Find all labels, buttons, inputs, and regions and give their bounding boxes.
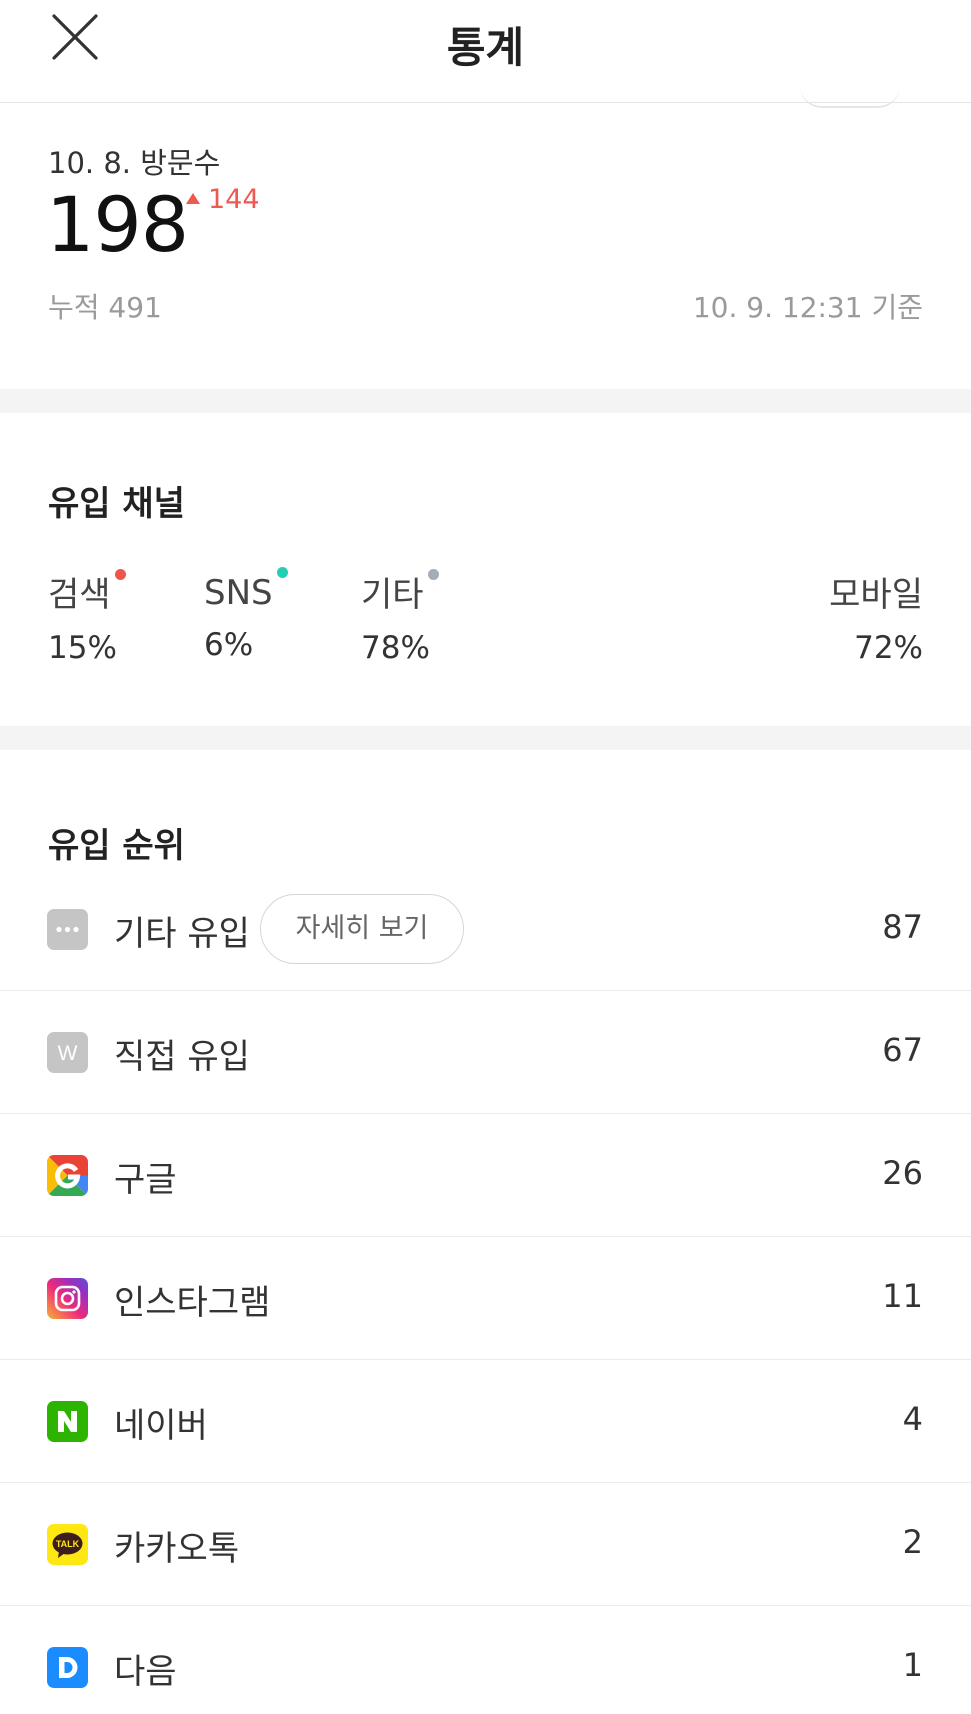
channel-title: 유입 채널 [48, 484, 185, 524]
channel-section: 유입 채널 검색 15% SNS 6% 기타 78% 모바일 72% [0, 413, 971, 726]
ranking-label: 기타 유입 [114, 914, 250, 954]
ranking-section: 유입 순위 기타 유입 자세히 보기 87 W 직접 유입 67 구글 26 인… [0, 750, 971, 1714]
daum-icon [47, 1647, 88, 1688]
ranking-count: 4 [902, 1400, 923, 1438]
channel-value: 6% [204, 627, 254, 663]
ranking-label: 인스타그램 [114, 1283, 271, 1323]
visit-updated-time: 10. 9. 12:31 기준 [692, 291, 923, 324]
channel-value: 15% [48, 630, 117, 666]
ranking-count: 67 [882, 1031, 923, 1069]
naver-icon [47, 1401, 88, 1442]
ranking-label: 구글 [114, 1160, 177, 1200]
google-icon [47, 1155, 88, 1196]
direct-w-icon: W [47, 1032, 88, 1073]
channel-name: SNS [204, 573, 273, 613]
kakaotalk-icon: TALK [47, 1524, 88, 1565]
channel-name: 모바일 [829, 575, 923, 615]
ranking-count: 2 [902, 1523, 923, 1561]
more-icon [47, 909, 88, 950]
channel-value: 72% [854, 630, 923, 666]
ranking-row[interactable]: W 직접 유입 67 [0, 991, 971, 1114]
ranking-count: 87 [882, 908, 923, 946]
ranking-label: 다음 [114, 1652, 177, 1692]
ranking-row[interactable]: 네이버 4 [0, 1360, 971, 1483]
search-dot-icon [114, 569, 126, 580]
channel-mobile: 모바일 72% [829, 567, 923, 666]
ranking-label: 네이버 [114, 1406, 208, 1446]
detail-button[interactable]: 자세히 보기 [260, 894, 464, 964]
etc-dot-icon [427, 569, 439, 580]
ranking-row[interactable]: 구글 26 [0, 1114, 971, 1237]
svg-text:W: W [58, 1042, 78, 1065]
ranking-title: 유입 순위 [48, 826, 185, 866]
ranking-row[interactable]: 다음 1 [0, 1606, 971, 1714]
ranking-row[interactable]: 인스타그램 11 [0, 1237, 971, 1360]
visit-count: 198 [46, 180, 189, 269]
channel-etc: 기타 78% [361, 567, 439, 666]
page-title: 통계 [446, 23, 525, 72]
ranking-row[interactable]: 기타 유입 자세히 보기 87 [0, 868, 971, 991]
ranking-count: 11 [882, 1277, 923, 1315]
ranking-label: 카카오톡 [114, 1529, 240, 1569]
ranking-count: 26 [882, 1154, 923, 1192]
ranking-row[interactable]: TALK 카카오톡 2 [0, 1483, 971, 1606]
visit-date-label: 10. 8. 방문수 [48, 146, 221, 180]
ranking-label: 직접 유입 [114, 1037, 250, 1077]
sns-dot-icon [276, 567, 288, 578]
section-divider [0, 389, 971, 413]
up-arrow-icon [186, 193, 200, 204]
visit-change: 144 [186, 184, 260, 215]
visit-change-value: 144 [208, 184, 260, 215]
instagram-icon [47, 1278, 88, 1319]
channel-name: 검색 [48, 575, 111, 615]
channel-value: 78% [361, 630, 430, 666]
channel-search: 검색 15% [48, 567, 126, 666]
channel-sns: SNS 6% [204, 567, 288, 663]
ranking-count: 1 [902, 1646, 923, 1684]
visit-total: 누적 491 [48, 291, 162, 324]
channel-name: 기타 [361, 575, 424, 615]
svg-text:TALK: TALK [56, 1539, 80, 1549]
section-divider [0, 726, 971, 750]
visit-summary: 10. 8. 방문수 198 144 누적 491 10. 9. 12:31 기… [0, 104, 971, 389]
